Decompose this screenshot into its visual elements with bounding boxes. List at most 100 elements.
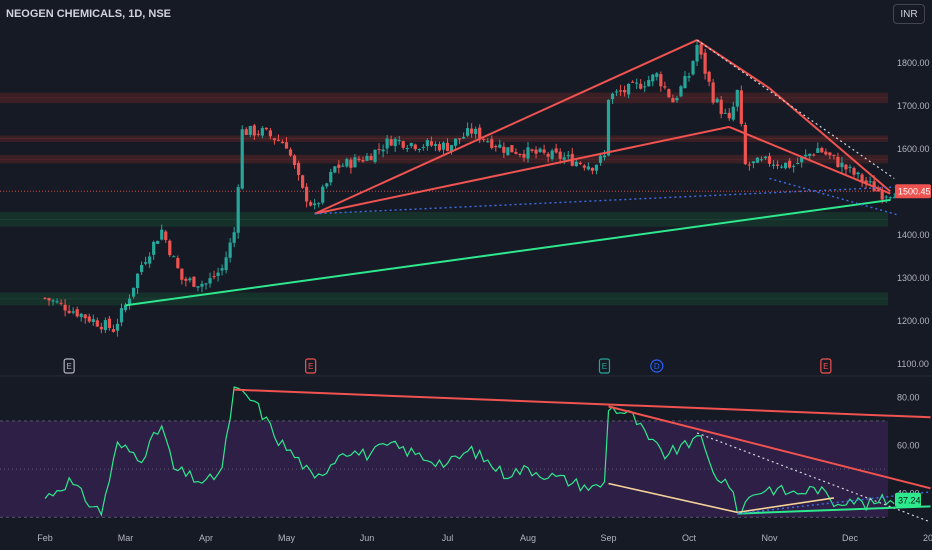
candle-body bbox=[79, 313, 83, 318]
month-tick-label: Jul bbox=[442, 533, 454, 543]
candle-body bbox=[659, 74, 663, 87]
candle-body bbox=[421, 146, 425, 148]
price-tick-label: 1400.00 bbox=[897, 230, 930, 240]
candle-body bbox=[687, 76, 691, 78]
candle-body bbox=[884, 196, 888, 198]
candle-body bbox=[502, 146, 506, 153]
candle-body bbox=[224, 257, 228, 271]
candle-body bbox=[703, 52, 707, 74]
candle-body bbox=[389, 139, 393, 146]
price-tick-label: 1200.00 bbox=[897, 316, 930, 326]
candle-body bbox=[590, 167, 594, 171]
candle-body bbox=[63, 304, 67, 311]
candle-body bbox=[707, 71, 711, 82]
candle-body bbox=[542, 149, 546, 153]
candle-body bbox=[71, 311, 75, 313]
candle-body bbox=[808, 153, 812, 157]
candle-body bbox=[164, 231, 168, 241]
rsi-tick-label: 60.00 bbox=[897, 440, 920, 450]
candle-body bbox=[244, 129, 248, 135]
candle-body bbox=[683, 76, 687, 89]
candle-body bbox=[292, 155, 297, 165]
candle-body bbox=[236, 187, 240, 233]
currency-button[interactable]: INR bbox=[893, 4, 925, 24]
candle-body bbox=[196, 286, 200, 288]
candle-body bbox=[160, 229, 164, 240]
candle-body bbox=[176, 258, 180, 269]
month-tick-label: Apr bbox=[199, 533, 213, 543]
candle-body bbox=[95, 320, 99, 327]
candle-body bbox=[425, 140, 429, 147]
candle-body bbox=[212, 276, 216, 278]
candle-body bbox=[341, 165, 345, 167]
candle-body bbox=[586, 166, 590, 170]
candle-body bbox=[313, 203, 317, 206]
candle-body bbox=[409, 143, 413, 147]
candle-body bbox=[361, 160, 365, 162]
candle-body bbox=[457, 138, 462, 140]
stock-chart[interactable]: 1100.001200.001300.001400.001500.001600.… bbox=[0, 0, 932, 550]
candle-body bbox=[558, 151, 562, 159]
candle-body bbox=[301, 175, 305, 188]
candle-body bbox=[578, 162, 582, 165]
candle-body bbox=[268, 130, 272, 137]
month-tick-label: May bbox=[278, 533, 296, 543]
candle-body bbox=[631, 81, 635, 83]
candle-body bbox=[775, 164, 780, 166]
candle-body bbox=[321, 186, 325, 203]
candle-body bbox=[87, 316, 91, 322]
event-marker-label: E bbox=[823, 362, 828, 371]
candle-body bbox=[184, 278, 188, 281]
candle-body bbox=[365, 155, 369, 161]
candle-body bbox=[441, 142, 446, 150]
last-price-label: 1500.45 bbox=[898, 187, 931, 197]
candle-body bbox=[47, 298, 51, 301]
candle-body bbox=[643, 86, 647, 88]
event-marker-label: E bbox=[308, 362, 313, 371]
candle-body bbox=[168, 240, 172, 256]
price-tick-label: 1600.00 bbox=[897, 144, 930, 154]
candle-body bbox=[296, 163, 301, 175]
candle-body bbox=[494, 145, 498, 148]
candle-body bbox=[788, 160, 792, 168]
candle-body bbox=[651, 74, 655, 82]
month-tick-label: Feb bbox=[37, 533, 53, 543]
candle-body bbox=[284, 142, 289, 149]
month-tick-label: Dec bbox=[842, 533, 859, 543]
candle-body bbox=[135, 273, 140, 288]
candle-body bbox=[280, 141, 285, 144]
candle-body bbox=[514, 152, 518, 154]
price-tick-label: 1300.00 bbox=[897, 273, 930, 283]
candle-body bbox=[393, 138, 397, 147]
candle-body bbox=[796, 162, 800, 164]
candle-body bbox=[554, 148, 558, 153]
candle-body bbox=[369, 156, 373, 161]
candle-body bbox=[192, 276, 196, 287]
candle-body bbox=[804, 154, 808, 157]
candle-body bbox=[131, 287, 136, 297]
candle-body bbox=[623, 89, 627, 93]
candle-body bbox=[309, 202, 313, 206]
candle-body bbox=[691, 61, 695, 75]
candle-body bbox=[272, 138, 277, 141]
candle-body bbox=[148, 256, 152, 264]
candle-body bbox=[880, 191, 884, 200]
candle-body bbox=[546, 153, 550, 157]
candle-body bbox=[462, 137, 466, 139]
candle-body bbox=[453, 138, 458, 146]
candle-body bbox=[530, 149, 534, 151]
rsi-tick-label: 80.00 bbox=[897, 392, 920, 402]
candle-body bbox=[470, 128, 474, 134]
candle-body bbox=[349, 159, 353, 168]
candle-body bbox=[655, 73, 659, 77]
candle-body bbox=[848, 166, 852, 168]
candle-body bbox=[779, 166, 784, 168]
candle-body bbox=[329, 171, 333, 183]
candle-body bbox=[482, 138, 486, 140]
candle-body bbox=[232, 232, 236, 243]
price-tick-label: 1100.00 bbox=[897, 359, 929, 369]
candle-body bbox=[140, 265, 144, 273]
candle-body bbox=[610, 93, 615, 100]
candle-body bbox=[832, 154, 836, 156]
symbol-title: NEOGEN CHEMICALS, 1D, NSE bbox=[6, 8, 172, 20]
